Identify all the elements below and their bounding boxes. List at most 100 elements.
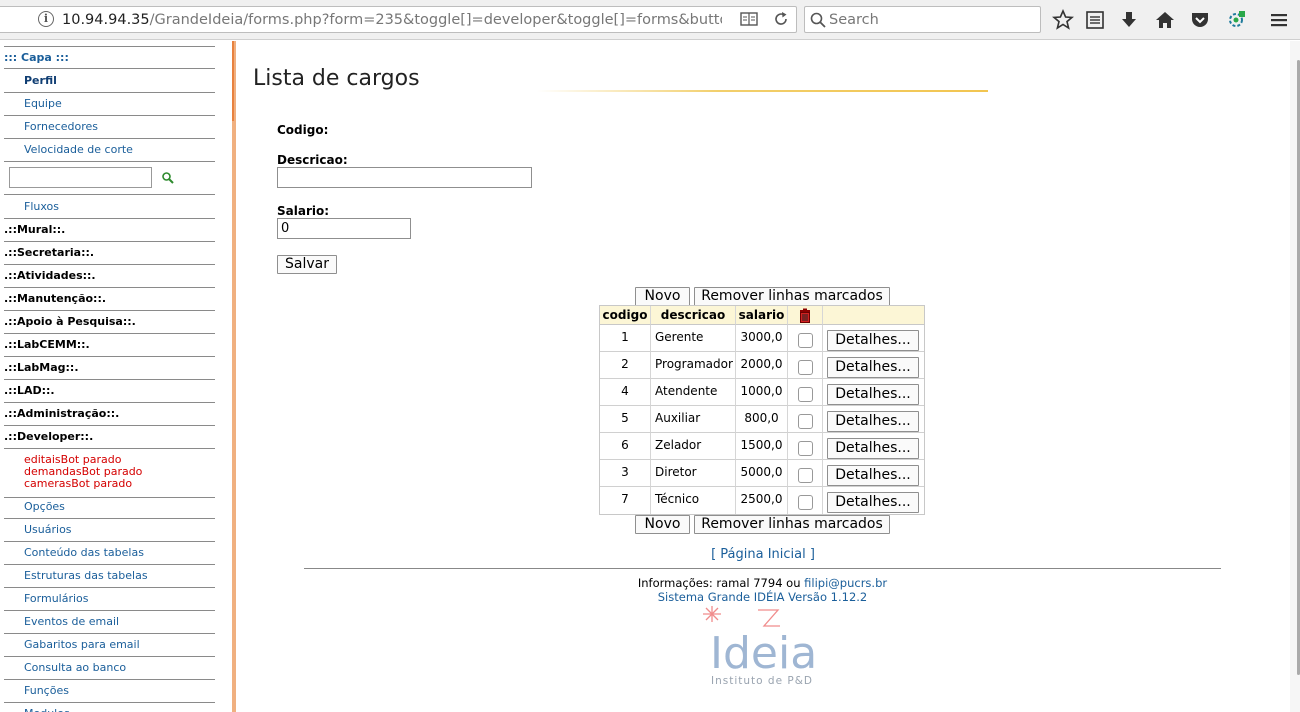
menu-icon[interactable] <box>1268 9 1290 31</box>
footer-email-link[interactable]: filipi@pucrs.br <box>804 576 887 590</box>
content-left-border <box>232 41 236 712</box>
sidebar-group-apoio-pesquisa[interactable]: .::Apoio à Pesquisa::. <box>4 311 215 334</box>
cell-actions: Detalhes... <box>823 325 924 352</box>
row-checkbox[interactable] <box>798 495 813 510</box>
search-icon <box>810 12 826 28</box>
details-button[interactable]: Detalhes... <box>827 438 919 459</box>
row-checkbox[interactable] <box>798 360 813 375</box>
table-row: 5 Auxiliar 800,0 Detalhes... <box>600 406 924 433</box>
cell-codigo: 3 <box>600 460 651 487</box>
cell-codigo: 7 <box>600 487 651 514</box>
new-button-bottom[interactable]: Novo <box>635 515 690 534</box>
table-row: 3 Diretor 5000,0 Detalhes... <box>600 460 924 487</box>
sidebar-item-funcoes[interactable]: Funções <box>4 680 215 703</box>
details-button[interactable]: Detalhes... <box>827 330 919 351</box>
remove-marked-button-top[interactable]: Remover linhas marcados <box>694 287 890 306</box>
sidebar-item-fluxos[interactable]: Fluxos <box>4 196 215 219</box>
row-checkbox[interactable] <box>798 387 813 402</box>
sidebar-group-developer[interactable]: .::Developer::. <box>4 426 215 449</box>
address-bar[interactable]: i 10.94.94.35/GrandeIdeia/forms.php?form… <box>0 6 797 33</box>
page-title: Lista de cargos <box>253 66 420 91</box>
sidebar-item-formularios[interactable]: Formulários <box>4 588 215 611</box>
details-button[interactable]: Detalhes... <box>827 492 919 513</box>
table-row: 4 Atendente 1000,0 Detalhes... <box>600 379 924 406</box>
url-text[interactable]: 10.94.94.35/GrandeIdeia/forms.php?form=2… <box>62 11 722 29</box>
row-checkbox[interactable] <box>798 441 813 456</box>
home-icon[interactable] <box>1154 9 1176 31</box>
column-header-salario[interactable]: salario <box>736 306 788 325</box>
cell-salario: 1000,0 <box>736 379 788 406</box>
sidebar-group-mural[interactable]: .::Mural::. <box>4 219 215 242</box>
search-bar[interactable]: Search <box>804 6 1041 33</box>
cell-descricao: Zelador <box>651 433 736 460</box>
details-button[interactable]: Detalhes... <box>827 465 919 486</box>
footer-contact: Informações: ramal 7794 ou filipi@pucrs.… <box>600 576 925 590</box>
cell-codigo: 5 <box>600 406 651 433</box>
info-icon[interactable]: i <box>38 11 54 27</box>
footer-version[interactable]: Sistema Grande IDÉIA Versão 1.12.2 <box>600 590 925 604</box>
sidebar-group-administracao[interactable]: .::Administração::. <box>4 403 215 426</box>
row-checkbox[interactable] <box>798 333 813 348</box>
sidebar-group-labmag[interactable]: .::LabMag::. <box>4 357 215 380</box>
cell-descricao: Programador <box>651 352 736 379</box>
reload-icon[interactable] <box>772 10 790 28</box>
row-checkbox[interactable] <box>798 414 813 429</box>
sidebar-item-fornecedores[interactable]: Fornecedores <box>4 116 215 139</box>
details-button[interactable]: Detalhes... <box>827 384 919 405</box>
sidebar-item-perfil[interactable]: Perfil <box>4 70 215 93</box>
cell-descricao: Auxiliar <box>651 406 736 433</box>
details-button[interactable]: Detalhes... <box>827 357 919 378</box>
trash-icon <box>800 308 810 323</box>
save-button[interactable]: Salvar <box>277 255 337 274</box>
cell-actions: Detalhes... <box>823 379 924 406</box>
download-icon[interactable] <box>1118 9 1140 31</box>
logo-subtitle: Instituto de P&D <box>711 675 813 687</box>
cell-select <box>788 460 823 487</box>
sidebar-group-manutencao[interactable]: .::Manutenção::. <box>4 288 215 311</box>
sidebar-item-velocidade-de-corte[interactable]: Velocidade de corte <box>4 139 215 162</box>
sidebar-group-atividades[interactable]: .::Atividades::. <box>4 265 215 288</box>
sidebar-search-icon[interactable] <box>161 171 175 185</box>
new-button-top[interactable]: Novo <box>635 287 690 306</box>
sidebar-item-gabaritos-email[interactable]: Gabaritos para email <box>4 634 215 657</box>
sidebar-group-secretaria[interactable]: .::Secretaria::. <box>4 242 215 265</box>
cell-select <box>788 325 823 352</box>
cell-salario: 2000,0 <box>736 352 788 379</box>
descricao-input[interactable] <box>277 167 532 188</box>
sidebar-item-eventos-email[interactable]: Eventos de email <box>4 611 215 634</box>
salario-label: Salario: <box>277 204 330 218</box>
remove-marked-button-bottom[interactable]: Remover linhas marcados <box>694 515 890 534</box>
cell-actions: Detalhes... <box>823 406 924 433</box>
sidebar-item-usuarios[interactable]: Usuários <box>4 519 215 542</box>
column-header-descricao[interactable]: descricao <box>651 306 736 325</box>
bookmark-star-icon[interactable] <box>1052 9 1074 31</box>
sidebar-search-input[interactable] <box>9 167 152 188</box>
cell-codigo: 6 <box>600 433 651 460</box>
sidebar-item-estruturas-tabelas[interactable]: Estruturas das tabelas <box>4 565 215 588</box>
sidebar-group-lad[interactable]: .::LAD::. <box>4 380 215 403</box>
salario-input[interactable]: 0 <box>277 218 411 239</box>
extension-icon[interactable] <box>1225 9 1247 31</box>
table-row: 6 Zelador 1500,0 Detalhes... <box>600 433 924 460</box>
search-placeholder: Search <box>829 12 879 28</box>
pocket-icon[interactable] <box>1189 9 1211 31</box>
details-button[interactable]: Detalhes... <box>827 411 919 432</box>
reader-view-icon[interactable] <box>740 11 758 27</box>
bookmarks-list-icon[interactable] <box>1084 9 1106 31</box>
title-underline <box>537 90 988 92</box>
row-checkbox[interactable] <box>798 468 813 483</box>
cell-actions: Detalhes... <box>823 487 924 514</box>
sidebar-item-equipe[interactable]: Equipe <box>4 93 215 116</box>
cargos-table: codigo descricao salario 1 Gerente 3000,… <box>599 305 925 515</box>
cell-descricao: Atendente <box>651 379 736 406</box>
sidebar-item-opcoes[interactable]: Opções <box>4 496 215 519</box>
sidebar-item-capa[interactable]: ::: Capa ::: <box>4 46 215 69</box>
sidebar-group-labcemm[interactable]: .::LabCEMM::. <box>4 334 215 357</box>
codigo-label: Codigo: <box>277 123 329 137</box>
logo-word: Ideia <box>710 628 817 679</box>
cell-salario: 2500,0 <box>736 487 788 514</box>
column-header-codigo[interactable]: codigo <box>600 306 651 325</box>
sidebar-item-consulta-banco[interactable]: Consulta ao banco <box>4 657 215 680</box>
home-page-link[interactable]: [ Página Inicial ] <box>0 547 1300 562</box>
sidebar-item-modulos[interactable]: Modulos <box>4 703 215 712</box>
